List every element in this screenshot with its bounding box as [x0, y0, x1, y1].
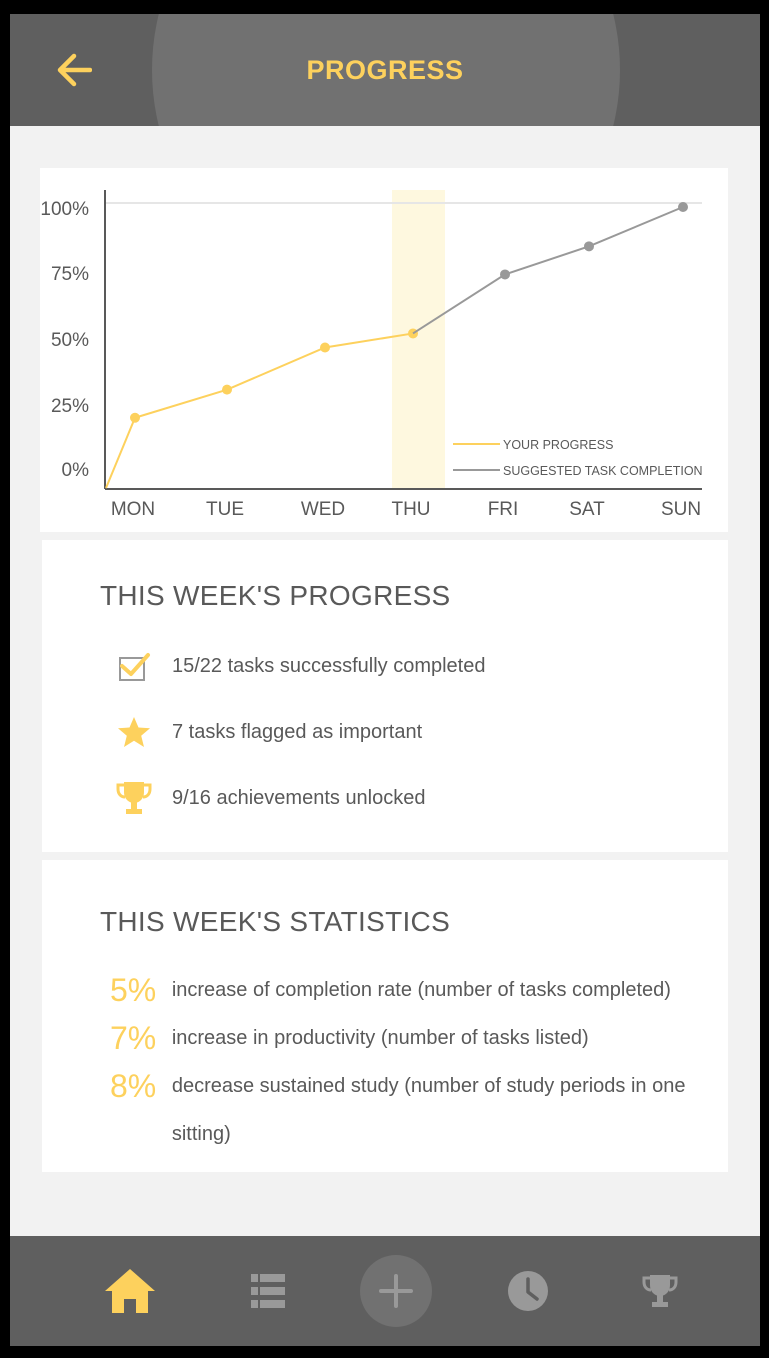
arrow-left-icon: [57, 53, 92, 87]
data-point: [584, 241, 594, 252]
screen: PROGRESS 100% 75% 50% 25% 0% MON TUE WED THU FRI S…: [10, 14, 760, 1346]
y-tick-label: 75%: [51, 264, 89, 285]
y-tick-label: 25%: [51, 396, 89, 417]
stat-percent: 8%: [110, 1068, 157, 1104]
x-tick-label: MON: [111, 499, 155, 520]
weekly-statistics-card: THIS WEEK'S STATISTICS 5% increase of co…: [42, 860, 728, 1172]
nav-add-button[interactable]: [360, 1255, 432, 1327]
data-point: [320, 342, 330, 353]
stat-row: 7% increase in productivity (number of t…: [110, 1014, 710, 1062]
progress-item-achievements: 9/16 achievements unlocked: [114, 778, 426, 818]
nav-history-button[interactable]: [498, 1261, 558, 1321]
legend-label: YOUR PROGRESS: [503, 438, 613, 452]
x-tick-label: WED: [301, 499, 345, 520]
x-tick-label: THU: [391, 499, 430, 520]
progress-section-title: THIS WEEK'S PROGRESS: [100, 580, 451, 611]
list-icon: [251, 1274, 285, 1308]
progress-chart: 100% 75% 50% 25% 0% MON TUE WED THU FRI SAT SUN YOUR…: [40, 190, 703, 520]
nav-home-button[interactable]: [100, 1261, 160, 1321]
statistics-section-title: THIS WEEK'S STATISTICS: [100, 906, 451, 937]
back-button[interactable]: [52, 48, 96, 92]
trophy-icon: [642, 1275, 678, 1307]
stat-description: increase in productivity (number of task…: [171, 1027, 589, 1049]
nav-list-button[interactable]: [238, 1261, 298, 1321]
header-bar: PROGRESS: [10, 14, 760, 126]
clock-icon: [508, 1271, 548, 1311]
x-tick-label: FRI: [488, 499, 519, 520]
checkbox-checked-icon: [114, 646, 154, 686]
weekly-progress-card: THIS WEEK'S PROGRESS 15/22 tasks success…: [42, 540, 728, 852]
bottom-nav: [10, 1236, 760, 1346]
data-point: [408, 328, 418, 339]
data-point: [130, 412, 140, 423]
nav-achievements-button[interactable]: [630, 1261, 690, 1321]
stat-percent: 5%: [110, 972, 157, 1008]
progress-chart-card: 100% 75% 50% 25% 0% MON TUE WED THU FRI SAT SUN YOUR…: [40, 168, 728, 532]
y-tick-label: 100%: [40, 199, 89, 220]
stat-row: 8% decrease sustained study (number of s…: [110, 1062, 710, 1158]
progress-item-text: 9/16 achievements unlocked: [172, 786, 426, 809]
plus-icon: [379, 1274, 413, 1308]
progress-item-text: 15/22 tasks successfully completed: [172, 654, 486, 677]
x-tick-label: SAT: [569, 499, 605, 520]
trophy-icon: [114, 778, 154, 818]
data-point: [222, 384, 232, 395]
y-tick-label: 0%: [62, 460, 90, 481]
progress-item-flagged: 7 tasks flagged as important: [114, 712, 422, 752]
home-icon: [105, 1269, 155, 1313]
series-line: [105, 332, 414, 489]
data-point: [678, 202, 688, 212]
legend-label: SUGGESTED TASK COMPLETION: [503, 464, 703, 478]
progress-item-text: 7 tasks flagged as important: [172, 720, 423, 743]
y-tick-label: 50%: [51, 330, 89, 351]
page-title: PROGRESS: [306, 55, 464, 85]
stat-description: increase of completion rate (number of t…: [171, 979, 671, 1001]
data-point: [500, 269, 510, 280]
star-icon: [114, 712, 154, 752]
series-line: [412, 206, 684, 335]
highlight-band: [392, 190, 445, 489]
stat-percent: 7%: [110, 1020, 157, 1056]
stat-row: 5% increase of completion rate (number o…: [110, 966, 710, 1014]
x-tick-label: SUN: [661, 499, 701, 520]
stat-description: decrease sustained study (number of stud…: [171, 1075, 686, 1145]
x-tick-label: TUE: [206, 499, 244, 520]
progress-item-tasks: 15/22 tasks successfully completed: [114, 646, 486, 686]
